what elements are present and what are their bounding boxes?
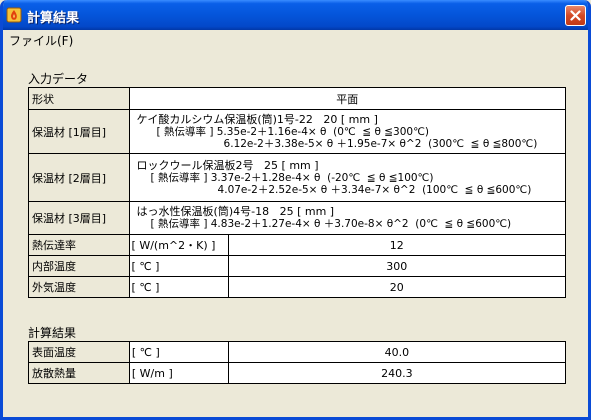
menu-file[interactable]: ファイル(F) <box>9 32 73 49</box>
surface-temp-value: 40.0 <box>227 341 567 363</box>
heat-loss-value: 240.3 <box>227 362 567 384</box>
internal-temp-label: 内部温度 <box>28 255 130 277</box>
heat-transfer-label: 熱伝達率 <box>28 234 130 256</box>
surface-temp-row: 表面温度 [ ℃ ] 40.0 <box>28 341 567 363</box>
layer-row-3: 保温材 [3層目] はっ水性保温板(筒)4号-18 25 [ mm ] [ 熱伝… <box>28 201 567 235</box>
layer-2-label: 保温材 [2層目] <box>28 153 130 202</box>
heat-loss-label: 放散熱量 <box>28 362 130 384</box>
input-table: 形状 平面 保温材 [1層目] ケイ酸カルシウム保温板(筒)1号-22 20 [… <box>28 87 567 298</box>
ambient-temp-label: 外気温度 <box>28 276 130 298</box>
internal-temp-value: 300 <box>227 255 567 277</box>
layer-3-material: はっ水性保温板(筒)4号-18 25 [ mm ] <box>136 205 335 218</box>
layer-1-label: 保温材 [1層目] <box>28 109 130 154</box>
ambient-temp-unit: [ ℃ ] <box>128 276 229 298</box>
close-icon <box>570 10 581 21</box>
layer-1-material: ケイ酸カルシウム保温板(筒)1号-22 20 [ mm ] <box>136 112 378 126</box>
input-section-title: 入力データ <box>28 72 89 86</box>
internal-temp-row: 内部温度 [ ℃ ] 300 <box>28 255 567 277</box>
internal-temp-unit: [ ℃ ] <box>128 255 229 277</box>
result-table: 表面温度 [ ℃ ] 40.0 放散熱量 [ W/m ] 240.3 <box>28 341 567 384</box>
heat-loss-row: 放散熱量 [ W/m ] 240.3 <box>28 362 567 384</box>
layer-3-detail: はっ水性保温板(筒)4号-18 25 [ mm ] [ 熱伝導率 ] 4.83e… <box>128 201 567 235</box>
layer-row-1: 保温材 [1層目] ケイ酸カルシウム保温板(筒)1号-22 20 [ mm ] … <box>28 109 567 154</box>
surface-temp-label: 表面温度 <box>28 341 130 363</box>
layer-1-conductivity: [ 熱伝導率 ] 5.35e-2＋1.16e-4× θ (0℃ ≦ θ ≦300… <box>156 125 429 138</box>
shape-label: 形状 <box>28 87 130 110</box>
menu-bar: ファイル(F) <box>3 30 588 49</box>
window-title: 計算結果 <box>27 11 80 26</box>
layer-3-label: 保温材 [3層目] <box>28 201 130 235</box>
shape-value: 平面 <box>128 87 567 110</box>
shape-row: 形状 平面 <box>28 87 567 110</box>
result-window: 計算結果 ファイル(F) 入力データ 形状 平面 保温材 [1層目] ケイ酸カル… <box>0 0 591 420</box>
layer-1-detail: ケイ酸カルシウム保温板(筒)1号-22 20 [ mm ] [ 熱伝導率 ] 5… <box>128 109 567 154</box>
layer-2-material: ロックウール保温板2号 25 [ mm ] <box>136 158 319 172</box>
heat-transfer-value: 12 <box>227 234 567 256</box>
layer-2-conductivity-2: 4.07e-2＋2.52e-5× θ ＋3.34e-7× θ^2 (100℃ ≦… <box>217 183 532 196</box>
layer-2-conductivity: [ 熱伝導率 ] 3.37e-2＋1.28e-4× θ (-20℃ ≦ θ ≦1… <box>150 171 434 184</box>
layer-1-conductivity-2: 6.12e-2＋3.38e-5× θ ＋1.95e-7× θ^2 (300℃ ≦… <box>223 137 538 150</box>
app-icon[interactable] <box>6 7 22 23</box>
ambient-temp-row: 外気温度 [ ℃ ] 20 <box>28 276 567 298</box>
layer-2-detail: ロックウール保温板2号 25 [ mm ] [ 熱伝導率 ] 3.37e-2＋1… <box>128 153 567 202</box>
title-bar[interactable]: 計算結果 <box>3 0 588 30</box>
heat-transfer-row: 熱伝達率 [ W/(m^2・K) ] 12 <box>28 234 567 256</box>
layer-row-2: 保温材 [2層目] ロックウール保温板2号 25 [ mm ] [ 熱伝導率 ]… <box>28 153 567 202</box>
result-section-title: 計算結果 <box>28 326 77 340</box>
heat-loss-unit: [ W/m ] <box>128 362 229 384</box>
layer-3-conductivity: [ 熱伝導率 ] 4.83e-2＋1.27e-4× θ ＋3.70e-8× θ^… <box>150 218 512 230</box>
heat-transfer-unit: [ W/(m^2・K) ] <box>128 234 229 256</box>
surface-temp-unit: [ ℃ ] <box>128 341 229 363</box>
ambient-temp-value: 20 <box>227 276 567 298</box>
close-button[interactable] <box>565 5 586 26</box>
